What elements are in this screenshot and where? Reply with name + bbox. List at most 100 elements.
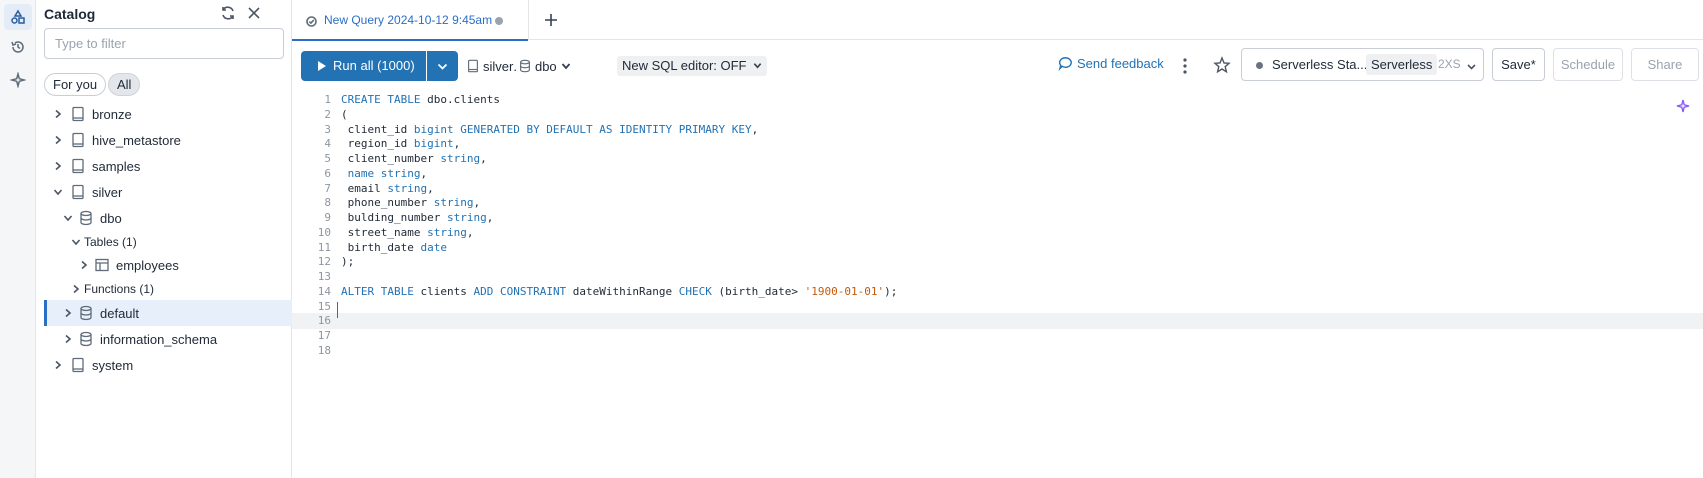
chevron-down-icon[interactable] [52,186,64,198]
catalog-rail-button[interactable] [4,4,32,30]
code-line[interactable]: 11 birth_date date [292,240,1703,256]
code-text[interactable]: email string, [341,182,434,195]
code-line[interactable]: 13 [292,269,1703,285]
line-number: 18 [317,343,331,357]
favorite-button[interactable] [1213,56,1231,74]
code-text[interactable]: CREATE TABLE dbo.clients [341,93,500,106]
code-line[interactable]: 8 phone_number string, [292,195,1703,211]
assistant-button[interactable] [1676,99,1690,113]
tree-item-label: silver [92,184,123,200]
code-text[interactable]: name string, [341,167,427,180]
toolbar: Run all (1000) silver. dbo New SQL edito… [292,48,1703,84]
tree-item-information-schema[interactable]: information_schema [44,326,292,352]
filter-pill-all[interactable]: All [108,73,141,96]
chevron-down-icon[interactable] [70,236,82,248]
code-line[interactable]: 17 [292,328,1703,344]
check-circle-icon [306,15,317,27]
tree-item-label: bronze [92,106,132,122]
schema-icon [78,305,94,321]
code-line[interactable]: 4 region_id bigint, [292,136,1703,152]
compute-type-badge: Serverless [1366,54,1438,75]
code-text[interactable]: ); [341,255,354,268]
history-rail-button[interactable] [4,34,32,60]
schedule-button[interactable]: Schedule [1553,48,1623,81]
code-line[interactable]: 16 [292,313,1703,330]
chevron-right-icon[interactable] [52,359,64,371]
tree-item-label: samples [92,158,141,174]
tab-bar: New Query 2024-10-12 9:45am [292,0,1703,41]
code-text[interactable]: ALTER TABLE clients ADD CONSTRAINT dateW… [341,285,897,298]
chevron-down-icon[interactable] [62,212,74,224]
code-line[interactable]: 18 [292,343,1703,359]
chevron-right-icon[interactable] [62,333,74,345]
tree-item-default[interactable]: default [44,300,292,326]
code-line[interactable]: 10 street_name string, [292,225,1703,241]
code-line[interactable]: 1 CREATE TABLE dbo.clients [292,92,1703,108]
catalog-icon [70,132,86,148]
tree-item-samples[interactable]: samples [44,153,292,179]
add-tab-button[interactable] [541,10,561,30]
tree-item-functions[interactable]: Functions (1) [44,276,292,302]
line-number: 12 [317,255,331,269]
code-line[interactable]: 14 ALTER TABLE clients ADD CONSTRAINT dat… [292,284,1703,300]
code-text[interactable]: bulding_number string, [341,211,494,224]
chevron-right-icon[interactable] [62,307,74,319]
assistant-rail-button[interactable] [4,67,32,93]
catalog-schema-selector[interactable]: silver. dbo [466,55,571,77]
close-panel-button[interactable] [244,3,264,23]
new-sql-editor-toggle[interactable]: New SQL editor: OFF [617,56,768,76]
code-line[interactable]: 12); [292,254,1703,270]
code-text[interactable]: street_name string, [341,226,474,239]
chevron-right-icon[interactable] [52,160,64,172]
code-text[interactable]: phone_number string, [341,196,480,209]
code-line[interactable]: 6 name string, [292,166,1703,182]
tree-item-system[interactable]: system [44,352,292,378]
line-number: 14 [317,284,331,298]
tree-item-silver[interactable]: silver [44,179,292,205]
chevron-down-icon [1466,60,1477,71]
catalog-filter-input[interactable] [44,28,284,59]
compute-selector[interactable]: Serverless Sta... Serverless 2XS [1241,48,1484,81]
tree-item-bronze[interactable]: bronze [44,101,292,127]
chevron-right-icon[interactable] [78,259,90,271]
run-all-button[interactable]: Run all (1000) [301,51,426,81]
send-feedback-link[interactable]: Send feedback [1058,56,1164,71]
tree-item-label: employees [116,257,179,273]
code-line[interactable]: 7 email string, [292,181,1703,197]
code-line[interactable]: 15 [292,299,1703,315]
code-editor[interactable]: 1 CREATE TABLE dbo.clients 2(3 client_id b… [292,92,1703,392]
catalog-icon [70,184,86,200]
tab-label: New Query 2024-10-12 9:45am [324,13,493,27]
code-text[interactable]: ( [341,108,348,121]
tree-item-employees[interactable]: employees [44,252,292,278]
kebab-menu-icon[interactable] [1182,57,1188,75]
code-text[interactable]: client_number string, [341,152,487,165]
tree-item-hive-metastore[interactable]: hive_metastore [44,127,292,153]
code-line[interactable]: 3 client_id bigint GENERATED BY DEFAULT … [292,122,1703,138]
code-text[interactable]: client_id bigint GENERATED BY DEFAULT AS… [341,123,759,136]
refresh-button[interactable] [218,3,238,23]
run-all-label: Run all (1000) [333,58,415,73]
code-line[interactable]: 5 client_number string, [292,151,1703,167]
tree-item-label: system [92,357,134,373]
filter-pill-for-you[interactable]: For you [44,73,107,96]
save-button[interactable]: Save* [1492,48,1545,81]
code-text[interactable]: birth_date date [341,241,447,254]
line-number: 8 [324,196,331,210]
code-line[interactable]: 9 bulding_number string, [292,210,1703,226]
chevron-right-icon[interactable] [52,134,64,146]
chevron-right-icon[interactable] [70,283,82,295]
code-text[interactable]: region_id bigint, [341,137,461,150]
tree-item-label: dbo [100,210,122,226]
code-line[interactable]: 2( [292,107,1703,123]
share-button[interactable]: Share [1631,48,1699,81]
play-icon [318,61,326,71]
unsaved-dot[interactable] [495,17,503,25]
tree-item-dbo[interactable]: dbo [44,205,292,231]
tree-item-label: default [100,305,140,321]
tab-query[interactable]: New Query 2024-10-12 9:45am [292,0,529,41]
run-options-dropdown[interactable] [427,51,458,81]
line-number: 5 [324,152,331,165]
line-number: 13 [317,270,331,283]
chevron-right-icon[interactable] [52,108,64,120]
